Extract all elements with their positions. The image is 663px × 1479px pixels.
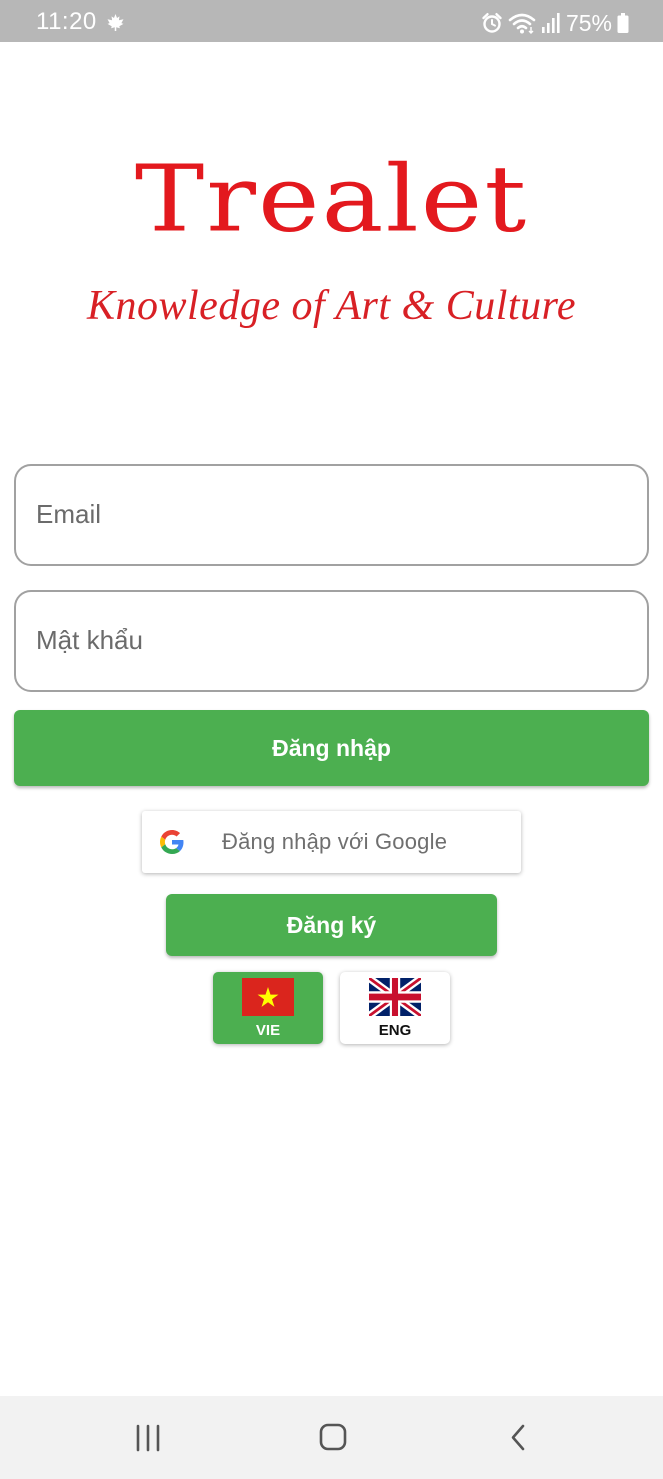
vietnam-flag-icon	[242, 978, 294, 1016]
home-icon	[319, 1423, 347, 1451]
recent-apps-button[interactable]	[118, 1414, 178, 1462]
leaf-notification-icon	[107, 13, 124, 32]
google-button-label: Đăng nhập với Google	[222, 829, 448, 854]
status-bar: 11:20 75%	[0, 0, 663, 42]
logo-tagline: Knowledge of Art & Culture	[86, 283, 576, 329]
language-eng-button[interactable]: ENG	[340, 972, 450, 1044]
logo-title: Trealet	[134, 145, 529, 253]
recent-apps-icon	[136, 1424, 160, 1452]
status-time: 11:20	[36, 8, 97, 35]
password-input[interactable]	[36, 592, 626, 689]
navigation-bar	[0, 1396, 663, 1479]
alarm-icon	[482, 13, 502, 33]
language-vie-label: VIE	[255, 1022, 281, 1039]
uk-flag-icon	[369, 978, 421, 1016]
login-button[interactable]: Đăng nhập	[14, 710, 649, 786]
battery-icon	[617, 13, 629, 33]
register-button[interactable]: Đăng ký	[166, 894, 497, 956]
back-button[interactable]	[488, 1414, 548, 1462]
email-input[interactable]	[36, 466, 626, 563]
battery-percent: 75%	[565, 10, 612, 36]
google-sign-in-button[interactable]: Đăng nhập với Google	[142, 811, 521, 873]
status-icons: 75%	[481, 9, 629, 37]
login-screen: 11:20 75% Trealet Knowledge of Art & Cul…	[0, 0, 663, 1479]
password-field[interactable]	[14, 590, 649, 692]
language-vie-button[interactable]: VIE	[213, 972, 323, 1044]
signal-icon	[541, 13, 560, 33]
home-button[interactable]	[303, 1414, 363, 1462]
back-icon	[511, 1424, 525, 1451]
email-field[interactable]	[14, 464, 649, 566]
wifi-icon	[508, 13, 536, 34]
google-icon	[160, 830, 184, 854]
language-eng-label: ENG	[378, 1022, 412, 1039]
